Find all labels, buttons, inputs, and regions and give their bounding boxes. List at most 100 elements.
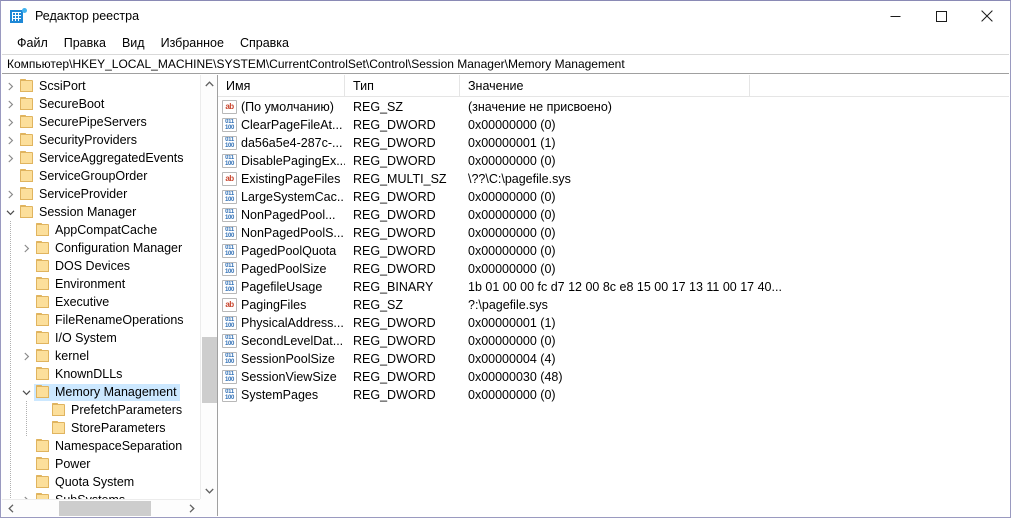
column-header-name[interactable]: Имя [218, 75, 345, 96]
chevron-right-icon[interactable] [2, 95, 18, 113]
registry-value-row[interactable]: 011 100 SessionPoolSize REG_DWORD 0x00000004… [218, 350, 1009, 368]
tree-item-namespaceseparation[interactable]: NamespaceSeparation [2, 437, 200, 455]
tree-item-securepipeservers[interactable]: SecurePipeServers [2, 113, 200, 131]
registry-value-row[interactable]: 011 100 da56a5e4-287c-... REG_DWORD 0x000000… [218, 134, 1009, 152]
chevron-down-icon[interactable] [18, 383, 34, 401]
tree-item-label: Environment [55, 277, 126, 291]
registry-value-row[interactable]: 011 100 PagefileUsage REG_BINARY 1b 01 00 00… [218, 278, 1009, 296]
chevron-right-icon[interactable] [2, 131, 18, 149]
maximize-button[interactable] [918, 1, 964, 31]
scroll-down-arrow-icon[interactable] [201, 482, 217, 499]
tree-guide [2, 239, 18, 257]
tree-item-quota-system[interactable]: Quota System [2, 473, 200, 491]
value-type-cell: REG_DWORD [353, 244, 436, 258]
registry-value-row[interactable]: 011 100 LargeSystemCac... REG_DWORD 0x000000… [218, 188, 1009, 206]
tree-vertical-scroll-thumb[interactable] [202, 337, 217, 403]
minimize-button[interactable] [872, 1, 918, 31]
chevron-right-icon[interactable] [18, 347, 34, 365]
chevron-down-icon[interactable] [2, 203, 18, 221]
registry-value-row[interactable]: 011 100 DisablePagingEx... REG_DWORD 0x00000… [218, 152, 1009, 170]
registry-value-row[interactable]: 011 100 ClearPageFileAt... REG_DWORD 0x00000… [218, 116, 1009, 134]
tree-item-scsiport[interactable]: ScsiPort [2, 77, 200, 95]
tree-guide [2, 293, 18, 311]
chevron-right-icon[interactable] [18, 491, 34, 499]
value-type-cell: REG_DWORD [353, 334, 436, 348]
registry-value-row[interactable]: 011 100 NonPagedPool... REG_DWORD 0x00000000… [218, 206, 1009, 224]
tree-item-dos-devices[interactable]: DOS Devices [2, 257, 200, 275]
chevron-right-icon[interactable] [2, 113, 18, 131]
tree-item-label: Executive [55, 295, 110, 309]
tree-item-environment[interactable]: Environment [2, 275, 200, 293]
chevron-right-icon[interactable] [2, 77, 18, 95]
folder-icon [18, 97, 35, 111]
registry-value-row[interactable]: ab PagingFiles REG_SZ ?:\pagefile.sys [218, 296, 1009, 314]
tree-guide [2, 383, 18, 401]
registry-value-row[interactable]: 011 100 PhysicalAddress... REG_DWORD 0x00000… [218, 314, 1009, 332]
value-name-cell: 011 100 LargeSystemCac... [218, 188, 345, 206]
menu-item-edit[interactable]: Правка [56, 34, 114, 52]
tree-item-content: PrefetchParameters [50, 402, 185, 419]
tree-item-subsystems[interactable]: SubSystems [2, 491, 200, 499]
menu-item-view[interactable]: Вид [114, 34, 153, 52]
tree-item-i-o-system[interactable]: I/O System [2, 329, 200, 347]
tree-item-label: AppCompatCache [55, 223, 158, 237]
registry-value-row[interactable]: 011 100 PagedPoolSize REG_DWORD 0x00000000 (… [218, 260, 1009, 278]
tree-connector [18, 311, 34, 329]
tree-connector [18, 365, 34, 383]
tree-item-securityproviders[interactable]: SecurityProviders [2, 131, 200, 149]
tree-item-power[interactable]: Power [2, 455, 200, 473]
chevron-right-icon[interactable] [18, 239, 34, 257]
folder-icon [18, 79, 35, 93]
tree-guide [2, 365, 18, 383]
tree-guide [2, 275, 18, 293]
tree-item-knowndlls[interactable]: KnownDLLs [2, 365, 200, 383]
scroll-up-arrow-icon[interactable] [201, 75, 217, 92]
tree-item-label: SecureBoot [39, 97, 105, 111]
tree-item-prefetchparameters[interactable]: PrefetchParameters [2, 401, 200, 419]
registry-value-row[interactable]: ab ExistingPageFiles REG_MULTI_SZ \??\C:\pa… [218, 170, 1009, 188]
tree-item-kernel[interactable]: kernel [2, 347, 200, 365]
tree-horizontal-scrollbar[interactable] [2, 499, 200, 516]
value-name: PagedPoolQuota [241, 244, 337, 258]
tree-item-serviceaggregatedevents[interactable]: ServiceAggregatedEvents [2, 149, 200, 167]
registry-value-row[interactable]: 011 100 SessionViewSize REG_DWORD 0x00000030… [218, 368, 1009, 386]
value-type-cell: REG_DWORD [353, 370, 436, 384]
chevron-right-icon[interactable] [2, 149, 18, 167]
tree-item-content: SubSystems [34, 492, 128, 499]
menu-item-file[interactable]: Файл [9, 34, 56, 52]
registry-value-row[interactable]: 011 100 PagedPoolQuota REG_DWORD 0x00000000 … [218, 242, 1009, 260]
tree-item-configuration-manager[interactable]: Configuration Manager [2, 239, 200, 257]
tree-item-appcompatcache[interactable]: AppCompatCache [2, 221, 200, 239]
folder-icon [34, 223, 51, 237]
registry-value-row[interactable]: ab (По умолчанию) REG_SZ (значение не присв… [218, 98, 1009, 116]
address-bar[interactable]: Компьютер\HKEY_LOCAL_MACHINE\SYSTEM\Curr… [2, 54, 1009, 74]
tree-item-executive[interactable]: Executive [2, 293, 200, 311]
value-name-cell: 011 100 SystemPages [218, 386, 345, 404]
tree-vertical-scrollbar[interactable] [200, 75, 217, 499]
tree-horizontal-scroll-thumb[interactable] [59, 501, 151, 516]
tree-item-content: FileRenameOperations [34, 312, 187, 329]
close-button[interactable] [964, 1, 1010, 31]
value-name-cell: 011 100 DisablePagingEx... [218, 152, 345, 170]
tree-item-servicegrouporder[interactable]: ServiceGroupOrder [2, 167, 200, 185]
tree-item-serviceprovider[interactable]: ServiceProvider [2, 185, 200, 203]
tree-item-session-manager[interactable]: Session Manager [2, 203, 200, 221]
value-name: DisablePagingEx... [241, 154, 345, 168]
scroll-right-arrow-icon[interactable] [183, 500, 200, 516]
menu-item-help[interactable]: Справка [232, 34, 297, 52]
value-data-cell: 0x00000001 (1) [468, 316, 556, 330]
menu-item-favorites[interactable]: Избранное [153, 34, 232, 52]
scroll-left-arrow-icon[interactable] [2, 500, 19, 516]
column-header-type[interactable]: Тип [345, 75, 460, 96]
tree-item-filerenameoperations[interactable]: FileRenameOperations [2, 311, 200, 329]
registry-value-row[interactable]: 011 100 SecondLevelDat... REG_DWORD 0x000000… [218, 332, 1009, 350]
tree-item-memory-management[interactable]: Memory Management [2, 383, 200, 401]
tree-item-storeparameters[interactable]: StoreParameters [2, 419, 200, 437]
tree-item-label: ServiceAggregatedEvents [39, 151, 184, 165]
column-header-value[interactable]: Значение [460, 75, 750, 96]
registry-value-row[interactable]: 011 100 SystemPages REG_DWORD 0x00000000 (0) [218, 386, 1009, 404]
chevron-right-icon[interactable] [2, 185, 18, 203]
registry-value-row[interactable]: 011 100 NonPagedPoolS... REG_DWORD 0x0000000… [218, 224, 1009, 242]
tree-item-secureboot[interactable]: SecureBoot [2, 95, 200, 113]
value-data-cell: 0x00000030 (48) [468, 370, 563, 384]
